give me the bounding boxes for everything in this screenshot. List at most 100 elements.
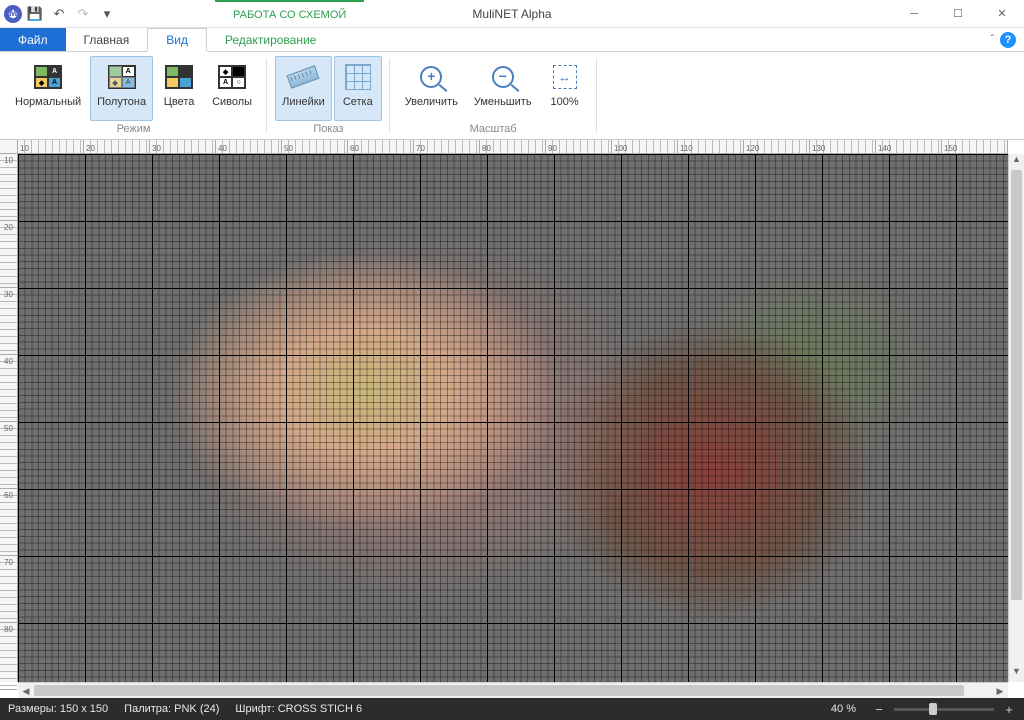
title-bar: M 💾 ↶ ↷ ▾ РАБОТА СО СХЕМОЙ MuliNET Alpha… <box>0 0 1024 28</box>
normal-mode-icon: A◆A <box>34 65 62 89</box>
grid-toggle-button[interactable]: Сетка <box>334 56 382 121</box>
zoom-slider-knob[interactable] <box>929 703 937 715</box>
group-zoom: + Увеличить − Уменьшить 100% Масштаб <box>390 52 597 139</box>
group-show: Линейки Сетка Показ <box>267 52 390 139</box>
ruler-tick: 10 <box>18 140 84 153</box>
zoom-slider-track[interactable] <box>894 708 994 711</box>
tab-edit[interactable]: Редактирование <box>207 28 334 51</box>
horizontal-ruler: 102030405060708090100110120130140150 <box>18 140 1008 154</box>
ruler-tick: 140 <box>876 140 942 153</box>
window-title: MuliNET Alpha <box>472 7 551 21</box>
zoom-fit-label: 100% <box>550 96 578 108</box>
ruler-tick: 110 <box>678 140 744 153</box>
scroll-down-arrow[interactable]: ▼ <box>1009 666 1024 682</box>
ruler-tick: 80 <box>480 140 546 153</box>
status-palette: Палитра: PNK (24) <box>124 703 219 715</box>
qat-dropdown[interactable]: ▾ <box>96 3 118 25</box>
group-mode-label: Режим <box>117 121 151 137</box>
horizontal-scrollbar[interactable]: ◀ ▶ <box>18 682 1008 698</box>
workspace: 102030405060708090100110120130140150 102… <box>0 140 1024 698</box>
ruler-tick: 10 <box>0 154 17 221</box>
close-button[interactable]: ✕ <box>980 0 1024 28</box>
vertical-scrollbar[interactable]: ▲ ▼ <box>1008 154 1024 682</box>
mode-colors-label: Цвета <box>164 96 195 108</box>
stitch-pattern-canvas[interactable] <box>18 154 1008 682</box>
canvas-viewport[interactable] <box>18 154 1008 682</box>
scroll-left-arrow[interactable]: ◀ <box>18 683 34 698</box>
halftone-mode-icon: A◆A <box>108 65 136 89</box>
ruler-tick: 90 <box>546 140 612 153</box>
ruler-tick: 60 <box>0 489 17 556</box>
zoom-out-icon: − <box>492 66 514 88</box>
status-size: Размеры: 150 x 150 <box>8 703 108 715</box>
zoom-plus-button[interactable]: + <box>1002 702 1016 716</box>
mode-halftone-button[interactable]: A◆A Полутона <box>90 56 153 121</box>
status-bar: Размеры: 150 x 150 Палитра: PNK (24) Шри… <box>0 698 1024 720</box>
vertical-ruler: 1020304050607080 <box>0 154 18 682</box>
tab-view[interactable]: Вид <box>147 28 207 52</box>
ruler-tick: 100 <box>612 140 678 153</box>
mode-normal-label: Нормальный <box>15 96 81 108</box>
ruler-tick: 30 <box>0 288 17 355</box>
mode-normal-button[interactable]: A◆A Нормальный <box>8 56 88 121</box>
ruler-tick: 20 <box>0 221 17 288</box>
save-button[interactable]: 💾 <box>24 3 46 25</box>
horizontal-scroll-thumb[interactable] <box>34 685 964 696</box>
zoom-in-label: Увеличить <box>405 96 458 108</box>
ruler-tick: 30 <box>150 140 216 153</box>
colors-mode-icon <box>165 65 193 89</box>
mode-symbols-label: Сиволы <box>212 96 252 108</box>
ruler-tick: 60 <box>348 140 414 153</box>
help-button[interactable]: ? <box>1000 32 1016 48</box>
redo-button[interactable]: ↷ <box>72 3 94 25</box>
ruler-icon <box>287 65 320 88</box>
ruler-corner <box>0 140 18 154</box>
ruler-tick: 40 <box>216 140 282 153</box>
group-show-label: Показ <box>313 121 343 137</box>
zoom-slider-control: − + <box>872 702 1016 716</box>
vertical-scroll-thumb[interactable] <box>1011 170 1022 600</box>
zoom-in-button[interactable]: + Увеличить <box>398 56 465 121</box>
tab-home[interactable]: Главная <box>66 28 148 51</box>
mode-colors-button[interactable]: Цвета <box>155 56 203 121</box>
ruler-tick: 20 <box>84 140 150 153</box>
fit-icon <box>553 65 577 89</box>
zoom-minus-button[interactable]: − <box>872 702 886 716</box>
ruler-tick: 130 <box>810 140 876 153</box>
ruler-tick: 150 <box>942 140 1008 153</box>
zoom-in-icon: + <box>420 66 442 88</box>
zoom-fit-button[interactable]: 100% <box>541 56 589 121</box>
ruler-tick: 70 <box>0 556 17 623</box>
zoom-out-button[interactable]: − Уменьшить <box>467 56 539 121</box>
ruler-tick: 120 <box>744 140 810 153</box>
scroll-up-arrow[interactable]: ▲ <box>1009 154 1024 170</box>
grid-icon <box>345 64 371 90</box>
zoom-out-label: Уменьшить <box>474 96 532 108</box>
ribbon-collapse-icon[interactable]: ˆ <box>991 34 994 45</box>
quick-access-toolbar: M 💾 ↶ ↷ ▾ <box>0 3 118 25</box>
rulers-label: Линейки <box>282 96 325 108</box>
mode-symbols-button[interactable]: ◆A○ Сиволы <box>205 56 259 121</box>
group-mode: A◆A Нормальный A◆A Полутона Цвета ◆A○ Си… <box>0 52 267 139</box>
rulers-toggle-button[interactable]: Линейки <box>275 56 332 121</box>
maximize-button[interactable]: ☐ <box>936 0 980 28</box>
ruler-tick: 70 <box>414 140 480 153</box>
symbols-mode-icon: ◆A○ <box>218 65 246 89</box>
ruler-tick: 50 <box>282 140 348 153</box>
scroll-right-arrow[interactable]: ▶ <box>992 683 1008 698</box>
ribbon-tabs: Файл Главная Вид Редактирование ˆ ? <box>0 28 1024 52</box>
mode-halftone-label: Полутона <box>97 96 146 108</box>
status-font: Шрифт: CROSS STICH 6 <box>235 703 362 715</box>
ruler-tick: 80 <box>0 623 17 690</box>
status-zoom-value: 40 % <box>831 703 856 715</box>
undo-button[interactable]: ↶ <box>48 3 70 25</box>
ruler-tick: 40 <box>0 355 17 422</box>
contextual-tab-header: РАБОТА СО СХЕМОЙ <box>215 0 364 28</box>
minimize-button[interactable]: ─ <box>892 0 936 28</box>
group-zoom-label: Масштаб <box>470 121 517 137</box>
app-logo-icon: M <box>4 5 22 23</box>
tab-file[interactable]: Файл <box>0 28 66 51</box>
grid-label: Сетка <box>343 96 373 108</box>
ruler-tick: 50 <box>0 422 17 489</box>
ribbon: A◆A Нормальный A◆A Полутона Цвета ◆A○ Си… <box>0 52 1024 140</box>
